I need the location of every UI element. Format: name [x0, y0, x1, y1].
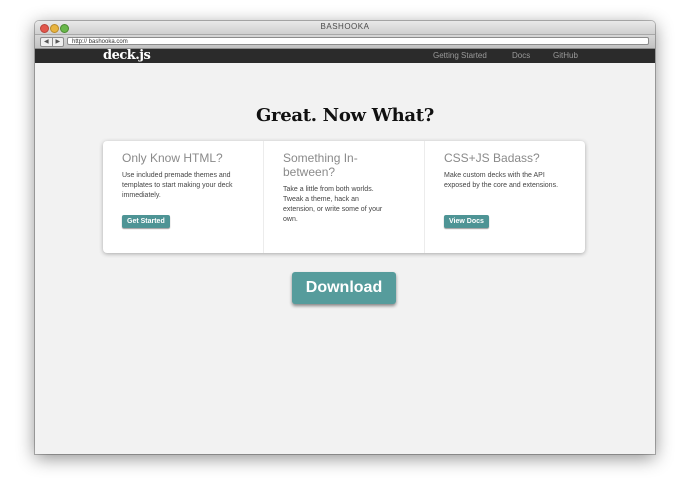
- options-panel: Only Know HTML? Use included premade the…: [103, 141, 585, 253]
- window-title: BASHOOKA: [320, 22, 370, 31]
- url-field[interactable]: http:// bashooka.com: [67, 37, 649, 45]
- nav-getting-started[interactable]: Getting Started: [433, 51, 487, 60]
- page-title: Great. Now What?: [255, 105, 435, 126]
- card-in-between: Something In-between? Take a little from…: [263, 141, 424, 253]
- site-navbar: deck.js Getting Started Docs GitHub: [35, 48, 655, 63]
- address-bar: ◀ ▶ http:// bashooka.com: [35, 35, 655, 49]
- card-text: Make custom decks with the API exposed b…: [444, 172, 559, 189]
- nav-github[interactable]: GitHub: [553, 51, 578, 60]
- get-started-button[interactable]: Get Started: [122, 215, 170, 228]
- forward-button[interactable]: ▶: [51, 38, 64, 46]
- card-text: Take a little from both worlds. Tweak a …: [283, 186, 383, 223]
- view-docs-button[interactable]: View Docs: [444, 215, 489, 228]
- download-button[interactable]: Download: [292, 272, 396, 304]
- card-title: Something In-between?: [283, 151, 358, 179]
- card-css-js: CSS+JS Badass? Make custom decks with th…: [424, 141, 585, 253]
- back-button[interactable]: ◀: [41, 38, 52, 46]
- browser-window: BASHOOKA ◀ ▶ http:// bashooka.com deck.j…: [35, 21, 655, 454]
- history-buttons: ◀ ▶: [40, 37, 64, 47]
- card-title: CSS+JS Badass?: [444, 151, 540, 165]
- window-titlebar: BASHOOKA: [35, 21, 655, 35]
- site-logo[interactable]: deck.js: [103, 48, 151, 63]
- nav-docs[interactable]: Docs: [512, 51, 530, 60]
- card-text: Use included premade themes and template…: [122, 172, 233, 199]
- page-content: Great. Now What? Only Know HTML? Use inc…: [35, 63, 655, 454]
- card-title: Only Know HTML?: [122, 151, 223, 165]
- card-html: Only Know HTML? Use included premade the…: [103, 141, 263, 253]
